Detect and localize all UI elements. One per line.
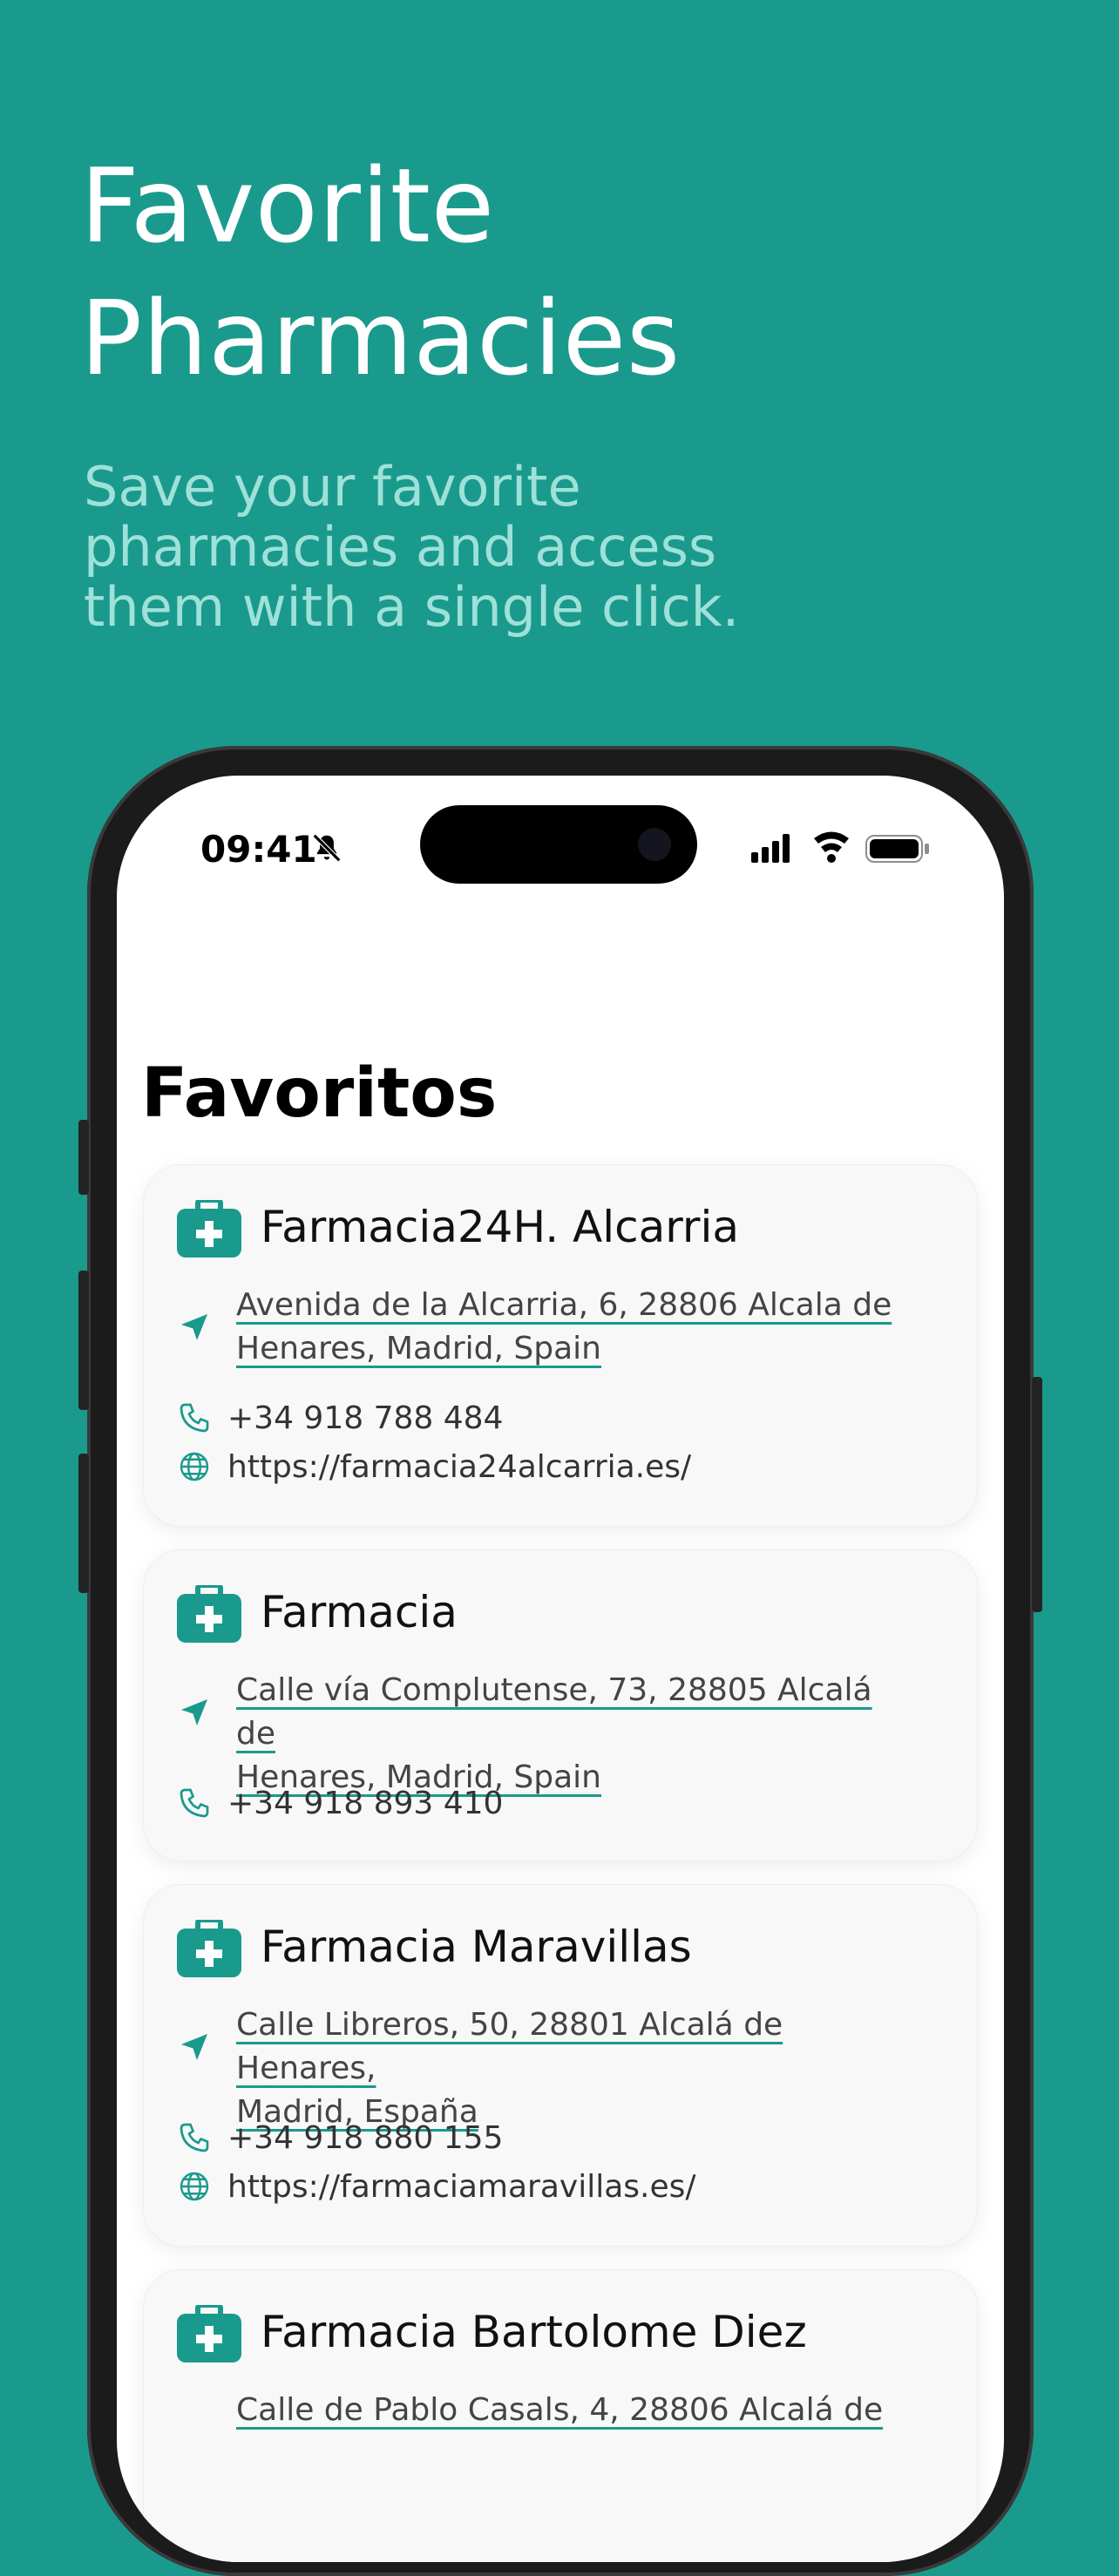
pharmacy-website[interactable]: https://farmacia24alcarria.es/ [227,1449,691,1485]
medical-kit-icon [177,1920,241,1977]
hero-title-line2: Pharmacies [80,278,681,398]
location-arrow-icon [181,1314,207,1340]
hero-title: Favorite Pharmacies [80,139,1039,404]
phone-screen: 09:41 Favoritos Farmacia24H. Alcarria Av… [117,776,1004,2562]
medical-kit-icon [177,1585,241,1643]
wifi-icon [814,831,849,863]
pharmacy-phone[interactable]: +34 918 893 410 [227,1786,503,1821]
phone-icon [180,1403,209,1433]
status-indicators [751,831,929,863]
pharmacy-card[interactable]: Farmacia Bartolome Diez Calle de Pablo C… [143,2269,978,2562]
hero-subtitle-line2: pharmacies and access [84,515,717,579]
phone-volume-down-button [78,1454,89,1593]
cellular-signal-icon [751,834,790,863]
globe-icon [180,2172,209,2201]
pharmacy-card[interactable]: Farmacia Calle vía Complutense, 73, 2880… [143,1549,978,1861]
bell-muted-icon [312,833,342,863]
pharmacy-phone[interactable]: +34 918 788 484 [227,1400,503,1436]
pharmacy-website[interactable]: https://farmaciamaravillas.es/ [227,2169,696,2205]
phone-icon [180,2123,209,2152]
hero-subtitle-line3: them with a single click. [84,575,740,639]
status-time: 09:41 [200,828,317,871]
front-camera [638,828,671,861]
address-line1: Calle de Pablo Casals, 4, 28806 Alcalá d… [236,2392,884,2428]
location-arrow-icon [181,2034,207,2060]
pharmacy-phone[interactable]: +34 918 880 155 [227,2120,503,2156]
address-line2: Henares, Madrid, Spain [236,1331,601,1366]
pharmacy-address[interactable]: Avenida de la Alcarria, 6, 28806 Alcala … [236,1284,916,1371]
address-line1: Avenida de la Alcarria, 6, 28806 Alcala … [236,1287,892,1323]
hero-subtitle-line1: Save your favorite [84,455,581,519]
pharmacy-address[interactable]: Calle de Pablo Casals, 4, 28806 Alcalá d… [236,2389,916,2432]
pharmacy-address[interactable]: Calle vía Complutense, 73, 28805 Alcalá … [236,1669,916,1800]
pharmacy-name: Farmacia Bartolome Diez [261,2307,807,2357]
pharmacy-name: Farmacia24H. Alcarria [261,1202,739,1252]
globe-icon [180,1452,209,1481]
pharmacy-address[interactable]: Calle Libreros, 50, 28801 Alcalá de Hena… [236,2003,916,2134]
address-line1: Calle Libreros, 50, 28801 Alcalá de Hena… [236,2007,783,2086]
pharmacy-name: Farmacia Maravillas [261,1922,692,1972]
medical-kit-icon [177,1200,241,1257]
address-line1: Calle vía Complutense, 73, 28805 Alcalá … [236,1672,872,1752]
hero-subtitle: Save your favorite pharmacies and access… [84,457,868,637]
phone-action-button [78,1120,89,1195]
battery-icon [865,835,929,863]
pharmacy-card[interactable]: Farmacia24H. Alcarria Avenida de la Alca… [143,1164,978,1527]
pharmacy-card[interactable]: Farmacia Maravillas Calle Libreros, 50, … [143,1884,978,2247]
location-arrow-icon [181,1699,207,1725]
medical-kit-icon [177,2305,241,2362]
page-title: Favoritos [141,1054,498,1133]
phone-icon [180,1788,209,1818]
pharmacy-name: Farmacia [261,1587,458,1637]
phone-volume-up-button [78,1271,89,1410]
phone-power-button [1032,1377,1042,1612]
dynamic-island [420,805,697,884]
hero-title-line1: Favorite [80,146,495,266]
